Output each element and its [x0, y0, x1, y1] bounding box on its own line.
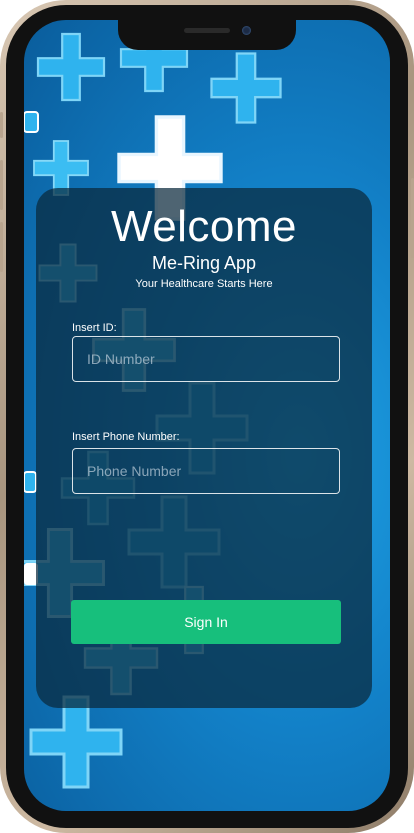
mute-switch	[0, 112, 3, 138]
app-name: Me-Ring App	[151, 253, 257, 273]
tagline: Your Healthcare Starts Here	[135, 278, 273, 290]
medical-cross-icon	[29, 695, 123, 789]
speaker-icon	[184, 28, 230, 33]
medical-cross-icon	[33, 140, 89, 196]
phone-frame: Welcome Me-Ring App Your Healthcare Star…	[0, 0, 414, 833]
medical-cross-icon	[36, 32, 106, 102]
phone-label: Insert Phone Number:	[72, 431, 180, 443]
camera-icon	[242, 26, 251, 35]
id-number-input[interactable]	[72, 336, 340, 382]
sign-in-button[interactable]: Sign In	[71, 600, 341, 644]
screen: Welcome Me-Ring App Your Healthcare Star…	[24, 20, 390, 811]
medical-cross-icon	[210, 52, 282, 124]
edge-tile	[24, 471, 37, 493]
phone-number-input[interactable]	[72, 448, 340, 494]
volume-down-button	[0, 222, 3, 272]
notch	[118, 20, 296, 50]
volume-up-button	[0, 160, 3, 210]
login-card: Welcome Me-Ring App Your Healthcare Star…	[36, 188, 372, 708]
edge-tile	[24, 111, 39, 133]
id-label: Insert ID:	[72, 322, 117, 334]
welcome-title: Welcome	[110, 202, 298, 251]
